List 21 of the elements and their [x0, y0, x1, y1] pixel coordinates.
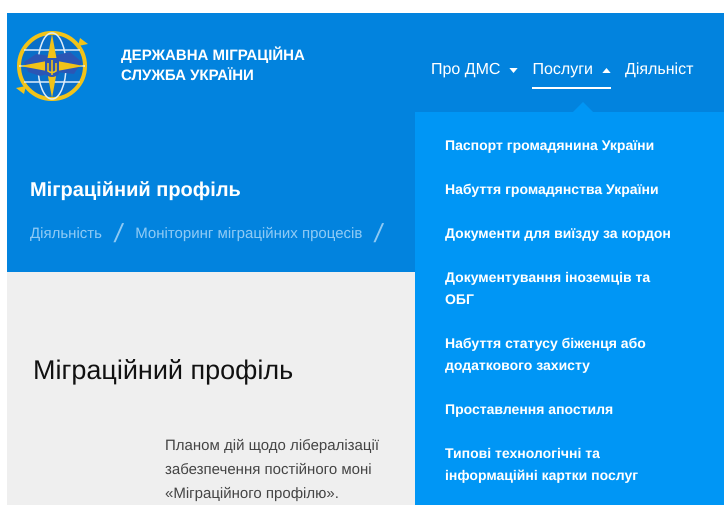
nav-link[interactable]: Про ДМС [431, 49, 518, 89]
menu-item[interactable]: Набуття статусу біженця або додаткового захисту [445, 332, 681, 376]
menu-item[interactable]: Документування іноземців та ОБГ [445, 266, 681, 310]
caret-icon [602, 68, 611, 72]
caret-icon [509, 68, 518, 72]
breadcrumb-link[interactable]: Діяльність [30, 225, 102, 242]
menu-item[interactable]: Набуття громадянства України [445, 178, 681, 200]
logo-icon[interactable] [14, 28, 90, 104]
nav-link[interactable]: Діяльніст [624, 49, 694, 89]
menu-item[interactable]: Паспорт громадянина України [445, 134, 681, 156]
menu-item[interactable]: Типові технологічні та інформаційні картки послуг [445, 442, 681, 486]
menu-item[interactable]: Документи для виїзду за кордон [445, 222, 681, 244]
content-heading: Міграційний профіль [33, 355, 294, 386]
nav-link[interactable]: Послуги [532, 49, 611, 89]
menu-item[interactable]: Проставлення апостиля [445, 398, 681, 420]
organization-name[interactable]: ДЕРЖАВНА МІГРАЦІЙНА СЛУЖБА УКРАЇНИ [121, 46, 401, 86]
breadcrumb-separator: / [372, 218, 386, 249]
paragraph: Планом дій щодо лібералізації забезпечення постійного моні «Міграційного профілю». [165, 436, 379, 504]
breadcrumb-link[interactable]: Моніторинг міграційних процесів [135, 225, 362, 242]
page-title: Міграційний профіль [30, 179, 241, 202]
breadcrumb-separator: / [112, 218, 125, 249]
